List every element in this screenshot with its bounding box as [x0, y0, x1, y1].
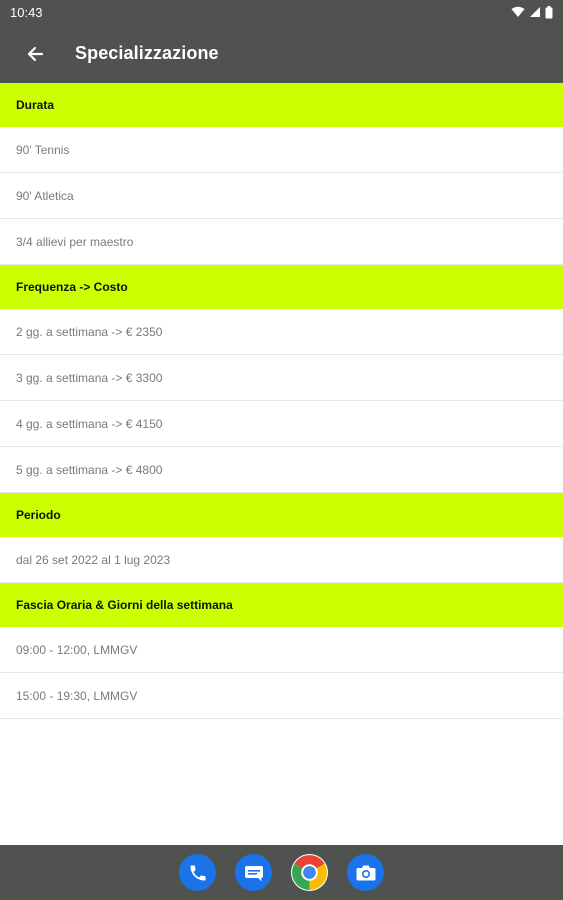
section-header-periodo: Periodo	[0, 493, 563, 537]
phone-app-button[interactable]	[179, 854, 216, 891]
status-icons	[511, 5, 553, 19]
messages-app-button[interactable]	[235, 854, 272, 891]
phone-icon	[190, 865, 205, 880]
chrome-icon	[292, 855, 327, 890]
list-item: 3 gg. a settimana -> € 3300	[0, 355, 563, 401]
content-list: Durata 90' Tennis 90' Atletica 3/4 allie…	[0, 83, 563, 719]
wifi-icon	[511, 6, 525, 17]
list-item: 90' Tennis	[0, 127, 563, 173]
list-item: 5 gg. a settimana -> € 4800	[0, 447, 563, 493]
status-time: 10:43	[10, 4, 43, 20]
list-item: 15:00 - 19:30, LMMGV	[0, 673, 563, 719]
camera-icon	[356, 865, 375, 880]
camera-app-button[interactable]	[347, 854, 384, 891]
app-bar: Specializzazione	[0, 24, 563, 83]
battery-icon	[545, 5, 553, 18]
signal-icon	[530, 7, 540, 17]
arrow-left-icon	[27, 46, 44, 61]
list-item: 3/4 allievi per maestro	[0, 219, 563, 265]
list-item: 90' Atletica	[0, 173, 563, 219]
dock-bar	[0, 845, 563, 900]
page-title: Specializzazione	[75, 43, 219, 63]
status-bar: 10:43	[0, 0, 563, 24]
back-button[interactable]	[18, 37, 52, 71]
messages-icon	[244, 865, 263, 881]
list-item: 4 gg. a settimana -> € 4150	[0, 401, 563, 447]
section-header-frequenza: Frequenza -> Costo	[0, 265, 563, 309]
section-header-fascia-oraria: Fascia Oraria & Giorni della settimana	[0, 583, 563, 627]
list-item: 2 gg. a settimana -> € 2350	[0, 309, 563, 355]
list-item: 09:00 - 12:00, LMMGV	[0, 627, 563, 673]
section-header-durata: Durata	[0, 83, 563, 127]
chrome-app-button[interactable]	[291, 854, 328, 891]
list-item: dal 26 set 2022 al 1 lug 2023	[0, 537, 563, 583]
